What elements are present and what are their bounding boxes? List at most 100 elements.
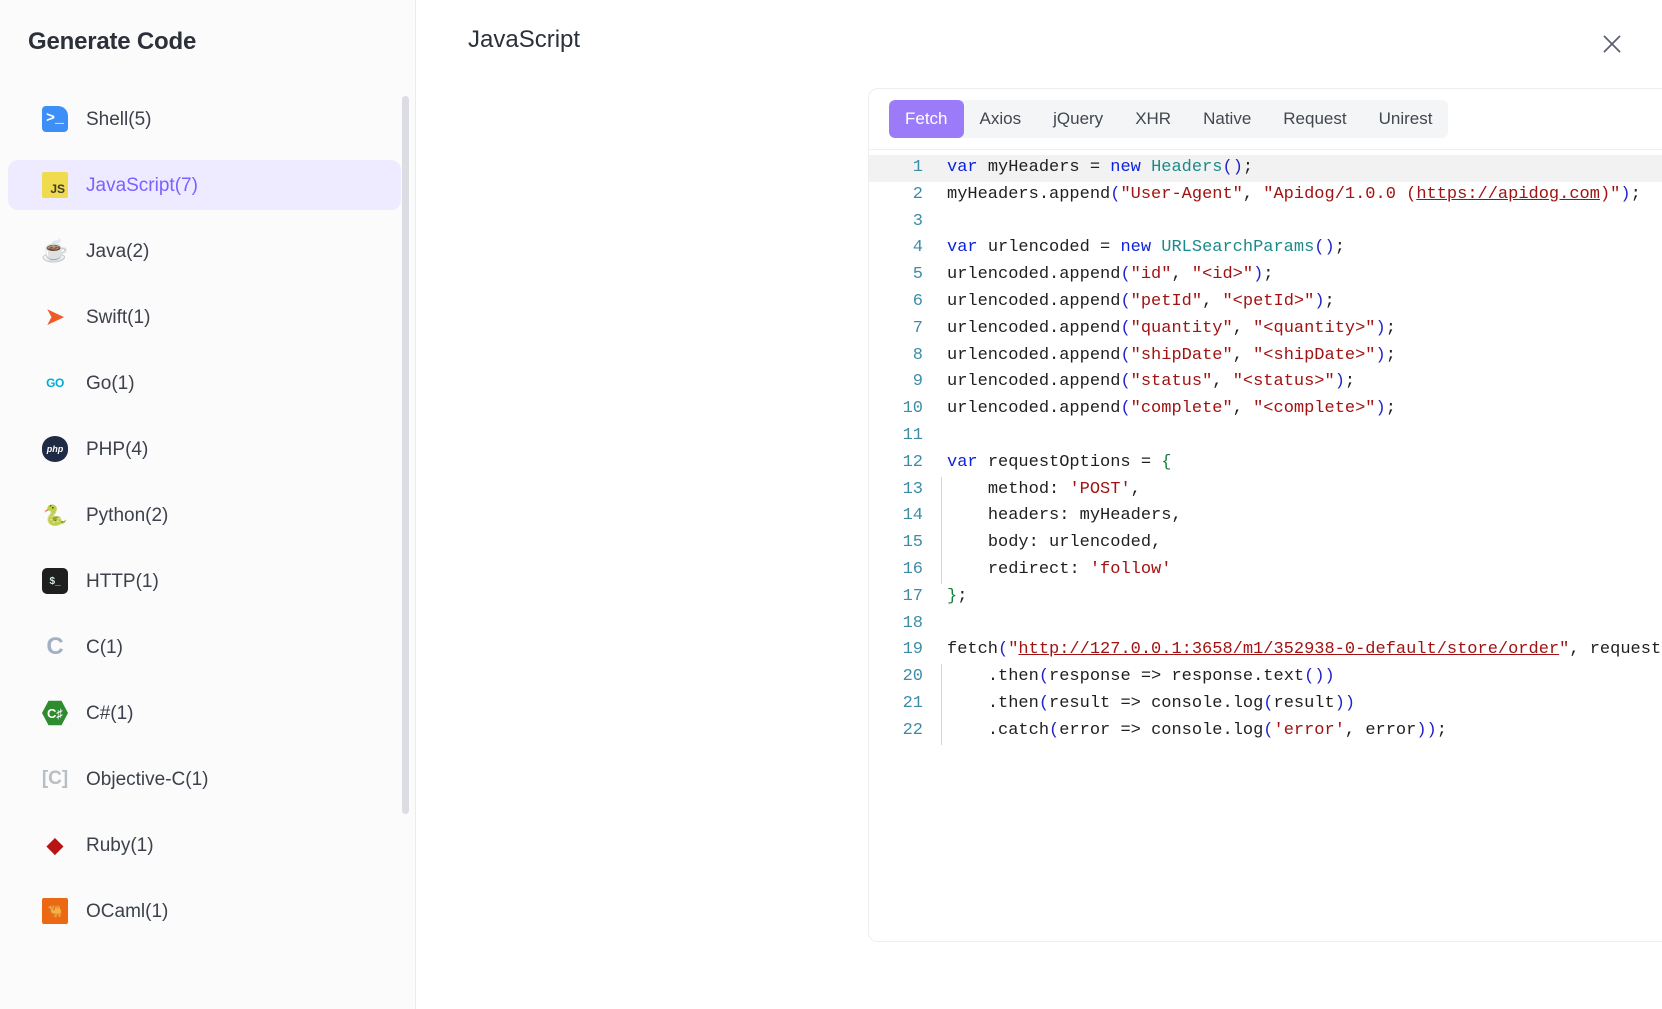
code-line: 13 method: 'POST',: [869, 476, 1662, 504]
sidebar-item-python[interactable]: 🐍 Python(2): [8, 490, 401, 540]
tab-xhr[interactable]: XHR: [1119, 100, 1187, 138]
code-line-text: .then(response => response.text()): [941, 664, 1335, 691]
code-line-text: var myHeaders = new Headers();: [947, 158, 1254, 177]
sidebar-item-swift[interactable]: ➤ Swift(1): [8, 292, 401, 342]
sidebar-item-php[interactable]: php PHP(4): [8, 424, 401, 474]
java-icon: ☕: [42, 238, 68, 263]
code-line: 3: [869, 209, 1662, 236]
code-line: 6 urlencoded.append("petId", "<petId>");: [869, 289, 1662, 316]
code-line: 21 .then(result => console.log(result)): [869, 690, 1662, 718]
line-number: 19: [902, 640, 923, 660]
sidebar-item-label: PHP(4): [86, 438, 149, 460]
library-tabs: Fetch Axios jQuery XHR Native Request Unirest: [889, 100, 1449, 138]
code-line: 11: [869, 423, 1662, 450]
sidebar-item-label: Python(2): [86, 504, 169, 526]
sidebar-item-label: Java(2): [86, 240, 150, 262]
code-line-text: urlencoded.append("quantity", "<quantity…: [947, 318, 1396, 338]
line-number: 1: [912, 158, 923, 177]
code-line-text: var urlencoded = new URLSearchParams();: [947, 238, 1345, 258]
line-number: 17: [902, 586, 923, 606]
code-card: Fetch Axios jQuery XHR Native Request Unirest …: [868, 88, 1662, 942]
indent-guide: [941, 556, 942, 584]
code-toolbar: Fetch Axios jQuery XHR Native Request Unirest …: [869, 89, 1662, 149]
sidebar-scrollbar[interactable]: [402, 96, 409, 814]
code-line: 8 urlencoded.append("shipDate", "<shipDat…: [869, 343, 1662, 370]
line-number: 9: [912, 372, 923, 392]
code-line-text: urlencoded.append("complete", "<complete…: [947, 399, 1396, 419]
objective-c-icon: [C]: [42, 768, 68, 789]
sidebar-item-label: Shell(5): [86, 108, 152, 130]
close-icon[interactable]: [1594, 26, 1630, 62]
tab-fetch[interactable]: Fetch: [889, 100, 964, 138]
sidebar-item-go[interactable]: GO Go(1): [8, 358, 401, 408]
code-line-text: myHeaders.append("User-Agent", "Apidog/1…: [947, 184, 1641, 204]
code-line: 10 urlencoded.append("complete", "<comple…: [869, 396, 1662, 423]
tab-unirest[interactable]: Unirest: [1363, 100, 1449, 138]
tab-jquery[interactable]: jQuery: [1037, 100, 1119, 138]
code-line-text: urlencoded.append("petId", "<petId>");: [947, 291, 1335, 311]
tab-request[interactable]: Request: [1267, 100, 1362, 138]
swift-icon: ➤: [45, 304, 65, 329]
sidebar-item-c[interactable]: C♯ C#(1): [8, 688, 401, 738]
indent-guide: [941, 664, 942, 691]
line-number: 20: [902, 667, 923, 687]
sidebar-item-label: Swift(1): [86, 306, 151, 328]
line-number: 16: [902, 559, 923, 579]
sidebar-item-label: Objective-C(1): [86, 768, 209, 790]
sidebar-item-shell[interactable]: >_ Shell(5): [8, 94, 401, 144]
code-line: 14 headers: myHeaders,: [869, 503, 1662, 531]
sidebar-item-http[interactable]: $_ HTTP(1): [8, 556, 401, 606]
indent-guide: [941, 530, 942, 557]
indent-guide: [941, 690, 942, 718]
code-line-text: body: urlencoded,: [941, 530, 1161, 557]
code-line-text: [941, 209, 947, 236]
sidebar-item-ocaml[interactable]: 🐫 OCaml(1): [8, 886, 401, 936]
sidebar-item-objective-c[interactable]: [C] Objective-C(1): [8, 754, 401, 804]
tab-axios[interactable]: Axios: [964, 100, 1038, 138]
line-number: 6: [912, 291, 923, 311]
sidebar-item-java[interactable]: ☕ Java(2): [8, 226, 401, 276]
line-number: 15: [902, 533, 923, 553]
code-line: 4 var urlencoded = new URLSearchParams();: [869, 235, 1662, 262]
code-line: 1 var myHeaders = new Headers();: [869, 155, 1662, 182]
code-line: 17};: [869, 584, 1662, 611]
panel-header: JavaScript: [416, 0, 1662, 80]
code-line-text: var requestOptions = {: [947, 452, 1172, 472]
line-number: 3: [912, 211, 923, 231]
panel-title: JavaScript: [468, 26, 581, 53]
code-line-text: urlencoded.append("id", "<id>");: [947, 265, 1274, 285]
code-line: 5 urlencoded.append("id", "<id>");: [869, 262, 1662, 289]
tab-native[interactable]: Native: [1187, 100, 1267, 138]
sidebar-item-label: Go(1): [86, 372, 135, 394]
page-title: Generate Code: [28, 28, 197, 55]
sidebar-item-javascript[interactable]: JS JavaScript(7): [8, 160, 401, 210]
ruby-icon: ◆: [46, 833, 64, 857]
code-editor[interactable]: 1 var myHeaders = new Headers(); 2 myHeader…: [869, 149, 1662, 941]
line-number: 4: [912, 238, 923, 258]
code-line-text: urlencoded.append("status", "<status>");: [947, 372, 1356, 392]
sidebar-item-ruby[interactable]: ◆ Ruby(1): [8, 820, 401, 870]
line-number: 18: [902, 613, 923, 633]
go-icon: GO: [46, 376, 64, 390]
sidebar-item-label: JavaScript(7): [86, 174, 198, 196]
line-number: 14: [902, 506, 923, 526]
code-line-text: };: [947, 586, 968, 606]
python-icon: 🐍: [42, 504, 68, 527]
code-line-text: .catch(error => console.log('error', err…: [941, 717, 1447, 745]
code-line: 12 var requestOptions = {: [869, 450, 1662, 477]
code-line: 16 redirect: 'follow': [869, 556, 1662, 584]
ocaml-icon: 🐫: [42, 898, 68, 924]
language-list: >_ Shell(5) JS JavaScript(7) ☕ Java(2) ➤ Swift(…: [0, 94, 415, 994]
code-line: 15 body: urlencoded,: [869, 530, 1662, 557]
indent-guide: [941, 717, 942, 745]
code-line-text: redirect: 'follow': [941, 556, 1171, 584]
line-number: 2: [912, 184, 923, 204]
code-line-text: [941, 423, 947, 450]
code-line: 19 fetch("http://127.0.0.1:3658/m1/352938…: [869, 637, 1662, 664]
sidebar-item-c[interactable]: C C(1): [8, 622, 401, 672]
php-icon: php: [42, 436, 68, 462]
indent-guide: [941, 503, 942, 531]
code-line: 18: [869, 611, 1662, 638]
sidebar-item-label: Ruby(1): [86, 834, 154, 856]
sidebar-item-label: OCaml(1): [86, 900, 169, 922]
